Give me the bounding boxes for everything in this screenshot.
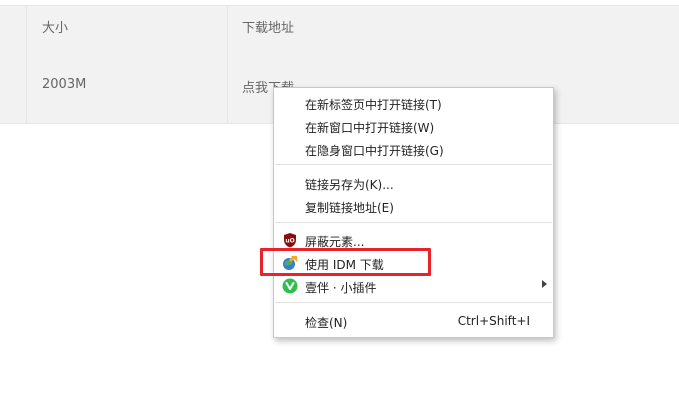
menu-item-label: 复制链接地址(E)	[305, 201, 394, 215]
menu-item-label: 在新标签页中打开链接(T)	[305, 98, 442, 112]
menu-item-yiban-plugin[interactable]: 壹伴 · 小插件	[274, 275, 553, 297]
menu-item-open-new-tab[interactable]: 在新标签页中打开链接(T)	[274, 92, 553, 114]
menu-item-label: 在隐身窗口中打开链接(G)	[305, 144, 444, 158]
menu-item-label: 在新窗口中打开链接(W)	[305, 121, 435, 135]
menu-item-label: 检查(N)	[305, 316, 348, 330]
highlight-box	[260, 248, 431, 276]
submenu-arrow-icon	[542, 280, 547, 288]
menu-separator	[275, 164, 552, 165]
column-divider	[227, 5, 228, 124]
ublock-icon: uO	[284, 233, 296, 248]
yiban-icon	[282, 278, 298, 294]
menu-item-inspect[interactable]: 检查(N) Ctrl+Shift+I	[274, 310, 553, 332]
menu-item-open-incognito[interactable]: 在隐身窗口中打开链接(G)	[274, 138, 553, 160]
menu-item-shortcut: Ctrl+Shift+I	[457, 314, 530, 328]
table-header-row	[0, 5, 679, 47]
menu-item-open-new-window[interactable]: 在新窗口中打开链接(W)	[274, 115, 553, 137]
menu-separator	[275, 302, 552, 303]
menu-item-copy-link-address[interactable]: 复制链接地址(E)	[274, 195, 553, 217]
header-download-url: 下载地址	[242, 21, 295, 36]
cell-size: 2003M	[42, 77, 87, 92]
menu-separator	[275, 222, 552, 223]
svg-text:uO: uO	[285, 238, 294, 245]
menu-item-label: 壹伴 · 小插件	[305, 281, 377, 295]
menu-item-save-link-as[interactable]: 链接另存为(K)...	[274, 172, 553, 194]
header-size: 大小	[42, 21, 69, 36]
context-menu: 在新标签页中打开链接(T) 在新窗口中打开链接(W) 在隐身窗口中打开链接(G)…	[273, 87, 554, 338]
menu-item-label: 链接另存为(K)...	[305, 178, 394, 192]
column-divider	[26, 5, 27, 124]
